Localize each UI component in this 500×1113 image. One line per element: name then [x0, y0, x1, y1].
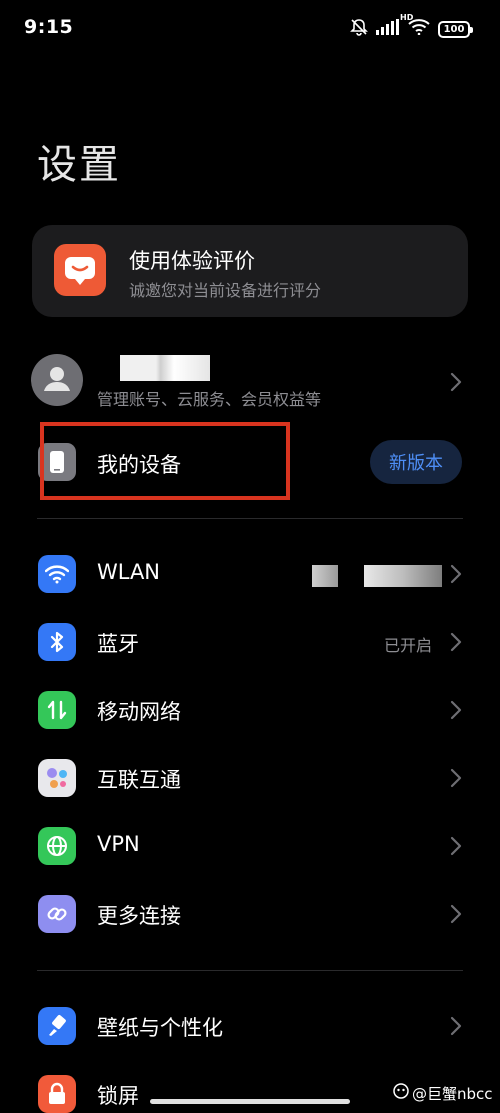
settings-row-interconnect[interactable]: 互联互通 [0, 744, 500, 812]
feedback-chat-icon [54, 244, 106, 296]
bluetooth-icon [38, 623, 76, 661]
battery-icon: 100 [438, 20, 473, 38]
more-connections-label: 更多连接 [97, 904, 181, 928]
interconnect-label: 互联互通 [97, 768, 181, 792]
status-icons: HD 100 [350, 13, 473, 40]
chevron-right-icon [450, 904, 462, 924]
new-version-badge[interactable]: 新版本 [370, 440, 462, 484]
divider [37, 518, 463, 519]
chevron-right-icon [450, 564, 462, 584]
account-subtitle: 管理账号、云服务、会员权益等 [97, 390, 322, 409]
bluetooth-label: 蓝牙 [97, 632, 139, 656]
feedback-card[interactable]: 使用体验评价 诚邀您对当前设备进行评分 [32, 225, 468, 317]
bluetooth-status: 已开启 [384, 636, 433, 655]
settings-row-wallpaper[interactable]: 壁纸与个性化 [0, 992, 500, 1060]
settings-row-bluetooth[interactable]: 蓝牙 已开启 [0, 608, 500, 676]
watermark: @巨蟹nbcc [392, 1082, 493, 1104]
interconnect-icon [38, 759, 76, 797]
chevron-right-icon [450, 768, 462, 788]
chevron-right-icon [450, 372, 462, 392]
chevron-right-icon [450, 836, 462, 856]
divider [37, 970, 463, 971]
account-name-redacted [120, 355, 210, 381]
watermark-logo-icon [392, 1082, 410, 1104]
mobile-data-icon [38, 691, 76, 729]
chevron-right-icon [450, 1016, 462, 1036]
settings-row-mobile-network[interactable]: 移动网络 [0, 676, 500, 744]
wlan-value-redacted [312, 565, 338, 587]
wifi-status-icon [408, 19, 430, 39]
status-time: 9:15 [24, 16, 74, 38]
feedback-title: 使用体验评价 [129, 249, 255, 273]
page-title: 设置 [37, 142, 121, 188]
wifi-icon [38, 555, 76, 593]
highlight-annotation-box [40, 422, 290, 500]
wallpaper-label: 壁纸与个性化 [97, 1016, 223, 1040]
settings-row-more-connections[interactable]: 更多连接 [0, 880, 500, 948]
wlan-value-redacted [364, 565, 442, 587]
avatar [31, 354, 83, 406]
settings-row-vpn[interactable]: VPN [0, 812, 500, 880]
feedback-subtitle: 诚邀您对当前设备进行评分 [129, 281, 322, 300]
home-indicator[interactable] [150, 1099, 350, 1104]
brush-icon [38, 1007, 76, 1045]
chevron-right-icon [450, 632, 462, 652]
vpn-label: VPN [97, 832, 140, 856]
account-row[interactable]: 管理账号、云服务、会员权益等 [0, 340, 500, 420]
watermark-text: @巨蟹nbcc [412, 1084, 493, 1103]
signal-icon: HD [376, 13, 413, 39]
lock-screen-label: 锁屏 [97, 1084, 139, 1108]
wlan-label: WLAN [97, 560, 161, 584]
mobile-network-label: 移动网络 [97, 700, 181, 724]
chevron-right-icon [450, 700, 462, 720]
link-icon [38, 895, 76, 933]
lock-icon [38, 1075, 76, 1113]
mute-bell-icon [350, 18, 368, 40]
globe-icon [38, 827, 76, 865]
